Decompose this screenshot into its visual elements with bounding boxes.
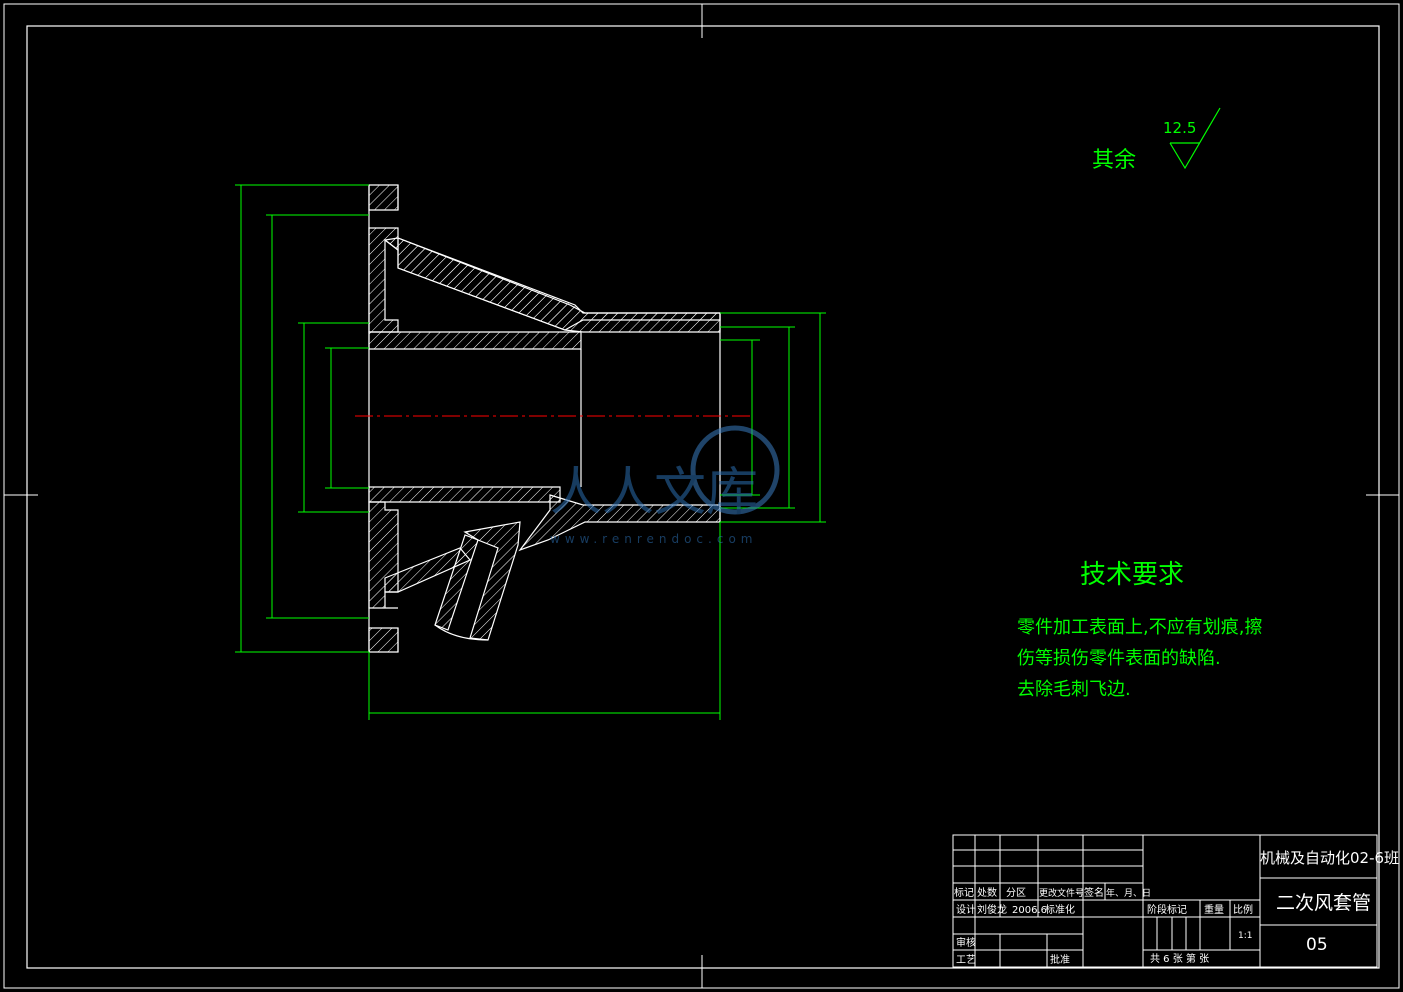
- tech-req-title: 技术要求: [1080, 560, 1184, 590]
- rev-header-zone: 分区: [1006, 887, 1026, 899]
- scale-label: 比例: [1233, 903, 1253, 916]
- dimension-lines: [235, 184, 826, 720]
- sheets-text: 共 6 张 第 张: [1150, 952, 1209, 965]
- drawing-number: 05: [1306, 935, 1328, 955]
- title-block-text: 机械及自动化02-6班 二次风套管 05 标记 处数 分区 更改文件号 签名 年…: [954, 849, 1399, 966]
- design-date: 2006.6: [1012, 905, 1047, 916]
- rev-header-mark: 标记: [954, 887, 974, 899]
- scale-value: 1:1: [1238, 931, 1252, 941]
- weight-label: 重量: [1204, 903, 1224, 916]
- process-label: 工艺: [956, 954, 976, 966]
- watermark: 人人文库 www.renrendoc.com: [550, 425, 780, 546]
- stage-mark-label: 阶段标记: [1147, 903, 1187, 916]
- rev-header-doc: 更改文件号: [1039, 887, 1084, 899]
- watermark-url: www.renrendoc.com: [550, 532, 757, 546]
- surface-finish-label: 其余: [1092, 148, 1136, 173]
- design-label: 设计: [956, 903, 976, 916]
- review-label: 审核: [956, 936, 976, 949]
- standardize-label: 标准化: [1045, 903, 1075, 916]
- class-name: 机械及自动化02-6班: [1260, 849, 1399, 867]
- watermark-text: 人人文库: [550, 463, 758, 523]
- surface-finish-value: 12.5: [1163, 119, 1196, 137]
- rev-header-sign: 签名: [1084, 886, 1104, 899]
- technical-requirements: 技术要求 零件加工表面上,不应有划痕,擦 伤等损伤零件表面的缺陷. 去除毛刺飞边…: [1017, 560, 1262, 700]
- part-section: [368, 184, 721, 653]
- tech-req-line-1: 零件加工表面上,不应有划痕,擦: [1017, 617, 1262, 638]
- engineering-drawing: 12.5 其余 技术要求 零件加工表面上,不应有划痕,擦 伤等损伤零件表面的缺陷…: [3, 3, 1400, 989]
- designer: 刘俊龙: [977, 903, 1007, 916]
- surface-finish-symbol: 12.5 其余: [1092, 107, 1221, 173]
- tech-req-line-3: 去除毛刺飞边.: [1017, 679, 1131, 700]
- approve-label: 批准: [1050, 953, 1070, 966]
- tech-req-line-2: 伤等损伤零件表面的缺陷.: [1017, 648, 1221, 669]
- rev-header-count: 处数: [977, 886, 997, 899]
- rev-header-date: 年、月、日: [1106, 887, 1151, 899]
- part-name: 二次风套管: [1276, 892, 1371, 914]
